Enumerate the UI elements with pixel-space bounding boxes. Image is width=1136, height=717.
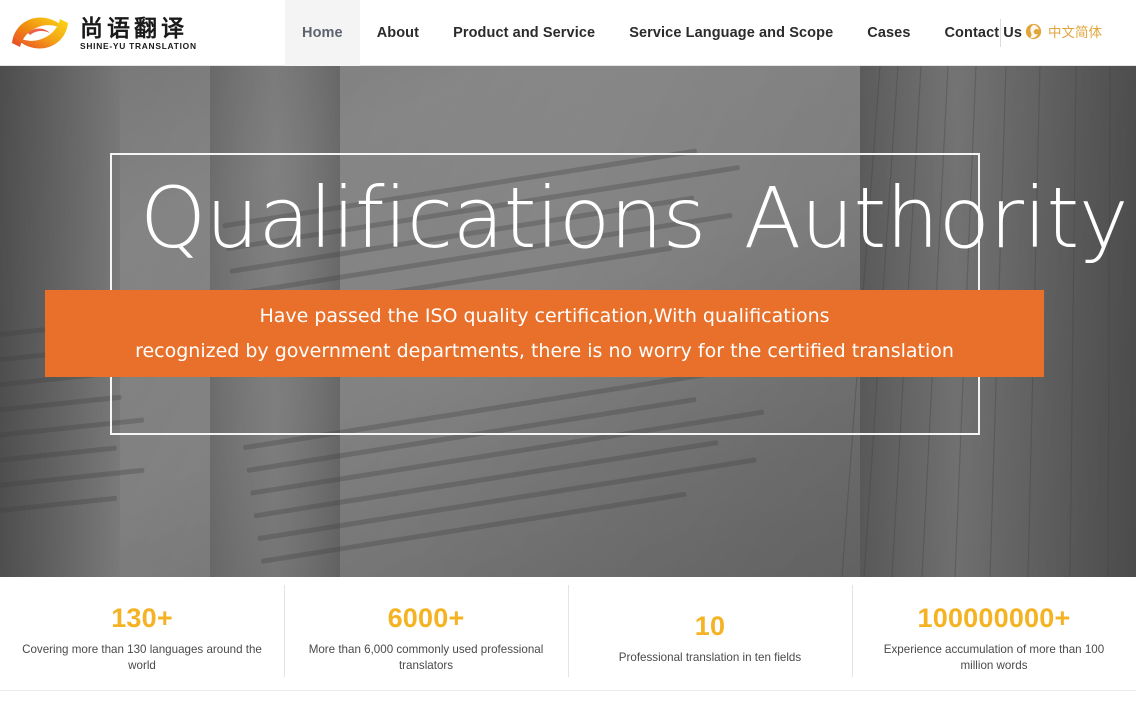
stat-description: Experience accumulation of more than 100… — [883, 642, 1105, 672]
stat-card-translators: 6000+ More than 6,000 commonly used prof… — [284, 577, 568, 690]
nav-item-contact-us[interactable]: Contact Us — [927, 0, 1039, 66]
hero-tagline-line2: recognized by government departments, th… — [135, 339, 954, 362]
nav-item-product-and-service[interactable]: Product and Service — [436, 0, 612, 66]
footer-spacer — [0, 691, 1136, 717]
site-logo[interactable]: 尚语翻译 SHINE-YU TRANSLATION — [8, 7, 208, 59]
stat-number: 130+ — [111, 603, 173, 634]
stat-card-words: 100000000+ Experience accumulation of mo… — [852, 577, 1136, 690]
globe-icon — [1025, 23, 1042, 39]
stat-description: Covering more than 130 languages around … — [22, 642, 262, 672]
stat-card-languages: 130+ Covering more than 130 languages ar… — [0, 577, 284, 690]
hero-banner-section: Qualifications Authority Have passed the … — [0, 66, 1136, 577]
stat-number: 6000+ — [387, 603, 465, 634]
hero-tagline-banner: Have passed the ISO quality certificatio… — [45, 290, 1044, 377]
stat-description: More than 6,000 commonly used profession… — [308, 642, 544, 672]
hero-tagline-line1: Have passed the ISO quality certificatio… — [259, 304, 830, 327]
language-switcher-label: 中文简体 — [1048, 25, 1102, 41]
site-header: 尚语翻译 SHINE-YU TRANSLATION Home About Pro… — [0, 0, 1136, 66]
stat-card-fields: 10 Professional translation in ten field… — [568, 577, 852, 690]
hero-title: Qualifications Authority — [140, 176, 1129, 260]
header-divider — [1000, 19, 1001, 47]
nav-item-home[interactable]: Home — [285, 0, 360, 66]
language-switcher[interactable]: 中文简体 — [1025, 21, 1102, 41]
hero-title-part1: Qualifications — [140, 169, 706, 267]
stat-description: Professional translation in ten fields — [618, 650, 802, 664]
logo-chinese-name: 尚语翻译 — [80, 15, 188, 42]
stat-number: 100000000+ — [917, 603, 1071, 634]
logo-wordmark: 尚语翻译 SHINE-YU TRANSLATION — [80, 15, 197, 51]
statistics-section: 130+ Covering more than 130 languages ar… — [0, 577, 1136, 690]
swirl-logo-icon — [12, 17, 68, 49]
page-root: 尚语翻译 SHINE-YU TRANSLATION Home About Pro… — [0, 0, 1136, 717]
nav-item-about[interactable]: About — [360, 0, 436, 66]
hero-title-part2: Authority — [743, 169, 1129, 267]
nav-item-cases[interactable]: Cases — [850, 0, 927, 66]
logo-english-name: SHINE-YU TRANSLATION — [80, 40, 197, 51]
nav-item-service-language-and-scope[interactable]: Service Language and Scope — [612, 0, 850, 66]
main-navigation: Home About Product and Service Service L… — [285, 0, 1039, 66]
stat-number: 10 — [694, 611, 726, 642]
